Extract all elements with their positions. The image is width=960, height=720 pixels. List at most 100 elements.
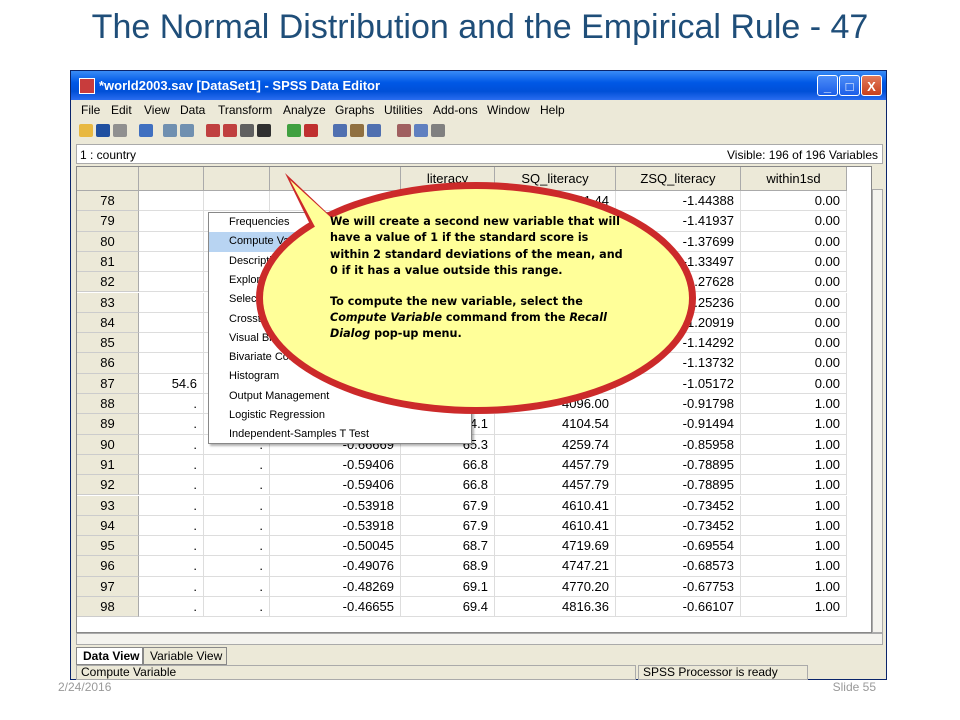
menu-analyze[interactable]: Analyze xyxy=(283,103,326,117)
grid-cell[interactable]: 1.00 xyxy=(741,414,847,435)
grid-cell[interactable] xyxy=(139,211,204,232)
row-header[interactable]: 95 xyxy=(77,536,139,557)
undo-icon[interactable] xyxy=(163,124,177,137)
row-header[interactable]: 86 xyxy=(77,353,139,374)
grid-cell[interactable]: . xyxy=(139,597,204,618)
grid-cell[interactable] xyxy=(139,231,204,252)
show-all-icon[interactable] xyxy=(431,124,445,137)
grid-cell[interactable]: 1.00 xyxy=(741,475,847,496)
redo-icon[interactable] xyxy=(180,124,194,137)
grid-cell[interactable]: . xyxy=(204,515,270,537)
grid-cell[interactable]: 1.00 xyxy=(741,556,847,577)
grid-cell[interactable]: -0.85958 xyxy=(616,434,741,455)
grid-cell[interactable]: -0.53918 xyxy=(270,495,401,516)
row-header[interactable]: 78 xyxy=(77,191,139,212)
grid-cell[interactable] xyxy=(139,353,204,374)
close-button[interactable]: X xyxy=(861,75,882,96)
column-header-1[interactable] xyxy=(139,167,204,191)
recall-menu-item[interactable]: Histogram xyxy=(209,367,471,386)
save-icon[interactable] xyxy=(96,124,110,137)
grid-cell[interactable] xyxy=(139,333,204,354)
grid-cell[interactable]: 66.8 xyxy=(401,454,495,476)
variables-icon[interactable] xyxy=(240,124,254,137)
column-header-literacy[interactable]: literacy xyxy=(401,167,495,191)
grid-cell[interactable]: -1.33497 xyxy=(616,251,741,273)
grid-cell[interactable]: -1.27628 xyxy=(616,272,741,293)
grid-cell[interactable]: . xyxy=(204,556,270,577)
grid-cell[interactable]: 1.00 xyxy=(741,394,847,415)
menu-graphs[interactable]: Graphs xyxy=(335,103,374,117)
insert-variable-icon[interactable] xyxy=(304,124,318,137)
grid-cell[interactable]: 0.00 xyxy=(741,312,847,334)
grid-cell[interactable]: . xyxy=(139,536,204,557)
grid-cell[interactable]: . xyxy=(204,454,270,476)
grid-cell[interactable]: 4610.41 xyxy=(495,495,616,516)
grid-cell[interactable]: 0.00 xyxy=(741,333,847,354)
grid-cell[interactable]: -1.05172 xyxy=(616,373,741,394)
value-labels-icon[interactable] xyxy=(397,124,411,137)
dialog-recall-icon[interactable] xyxy=(139,124,153,137)
grid-cell[interactable]: 0.00 xyxy=(741,191,847,212)
tab-data-view[interactable]: Data View xyxy=(76,647,143,665)
grid-cell[interactable]: . xyxy=(139,556,204,577)
grid-cell[interactable]: . xyxy=(139,394,204,415)
select-cases-icon[interactable] xyxy=(367,124,381,137)
grid-cell[interactable]: 1.00 xyxy=(741,515,847,537)
grid-cell[interactable]: 67.9 xyxy=(401,515,495,537)
row-header[interactable]: 91 xyxy=(77,454,139,476)
horizontal-scrollbar[interactable] xyxy=(76,633,883,645)
grid-cell[interactable]: 68.9 xyxy=(401,556,495,577)
find-icon[interactable] xyxy=(257,124,271,137)
grid-cell[interactable]: 69.1 xyxy=(401,576,495,597)
recall-menu-item[interactable]: Output Management xyxy=(209,387,471,406)
grid-cell[interactable]: 4719.69 xyxy=(495,536,616,557)
grid-cell[interactable]: . xyxy=(139,495,204,516)
grid-cell[interactable]: 0.00 xyxy=(741,211,847,232)
weight-cases-icon[interactable] xyxy=(350,124,364,137)
row-header[interactable]: 85 xyxy=(77,333,139,354)
menu-transform[interactable]: Transform xyxy=(218,103,272,117)
grid-cell[interactable]: . xyxy=(204,475,270,496)
row-header[interactable]: 81 xyxy=(77,251,139,273)
grid-cell[interactable] xyxy=(139,292,204,313)
grid-cell[interactable]: 4816.36 xyxy=(495,597,616,618)
grid-cell[interactable]: 1.00 xyxy=(741,576,847,597)
grid-cell[interactable]: 0.00 xyxy=(741,373,847,394)
row-header[interactable]: 89 xyxy=(77,414,139,435)
row-header[interactable]: 83 xyxy=(77,292,139,313)
grid-cell[interactable]: 1.00 xyxy=(741,434,847,455)
row-header[interactable]: 84 xyxy=(77,312,139,334)
grid-cell[interactable]: 67.9 xyxy=(401,495,495,516)
grid-cell[interactable]: -0.50045 xyxy=(270,536,401,557)
grid-cell[interactable]: 4770.20 xyxy=(495,576,616,597)
grid-cell[interactable]: . xyxy=(139,475,204,496)
column-header-sq-literacy[interactable]: SQ_literacy xyxy=(495,167,616,191)
grid-cell[interactable]: -0.59406 xyxy=(270,475,401,496)
maximize-button[interactable]: □ xyxy=(839,75,860,96)
menu-window[interactable]: Window xyxy=(487,103,530,117)
goto-variable-icon[interactable] xyxy=(223,124,237,137)
row-header[interactable]: 87 xyxy=(77,373,139,394)
recall-menu-item[interactable]: Independent-Samples T Test xyxy=(209,425,471,444)
menu-file[interactable]: File xyxy=(81,103,100,117)
menu-edit[interactable]: Edit xyxy=(111,103,132,117)
menu-utilities[interactable]: Utilities xyxy=(384,103,423,117)
grid-cell[interactable] xyxy=(139,251,204,273)
grid-cell[interactable]: 4457.79 xyxy=(495,475,616,496)
column-header-within1sd[interactable]: within1sd xyxy=(741,167,847,191)
grid-cell[interactable]: -0.78895 xyxy=(616,475,741,496)
grid-cell[interactable]: -0.73452 xyxy=(616,495,741,516)
row-header[interactable]: 93 xyxy=(77,495,139,516)
grid-cell[interactable]: -0.49076 xyxy=(270,556,401,577)
grid-cell[interactable]: 4104.54 xyxy=(495,414,616,435)
grid-cell[interactable]: 0.00 xyxy=(741,251,847,273)
row-header[interactable]: 94 xyxy=(77,515,139,537)
grid-cell[interactable]: -1.14292 xyxy=(616,333,741,354)
menu-data[interactable]: Data xyxy=(180,103,205,117)
title-bar[interactable]: *world2003.sav [DataSet1] - SPSS Data Ed… xyxy=(71,71,886,100)
grid-cell[interactable] xyxy=(495,373,616,394)
grid-cell[interactable] xyxy=(270,191,401,212)
recall-menu-item[interactable]: Logistic Regression xyxy=(209,406,471,425)
grid-cell[interactable]: -0.59406 xyxy=(270,454,401,476)
grid-cell[interactable]: -0.46655 xyxy=(270,597,401,618)
